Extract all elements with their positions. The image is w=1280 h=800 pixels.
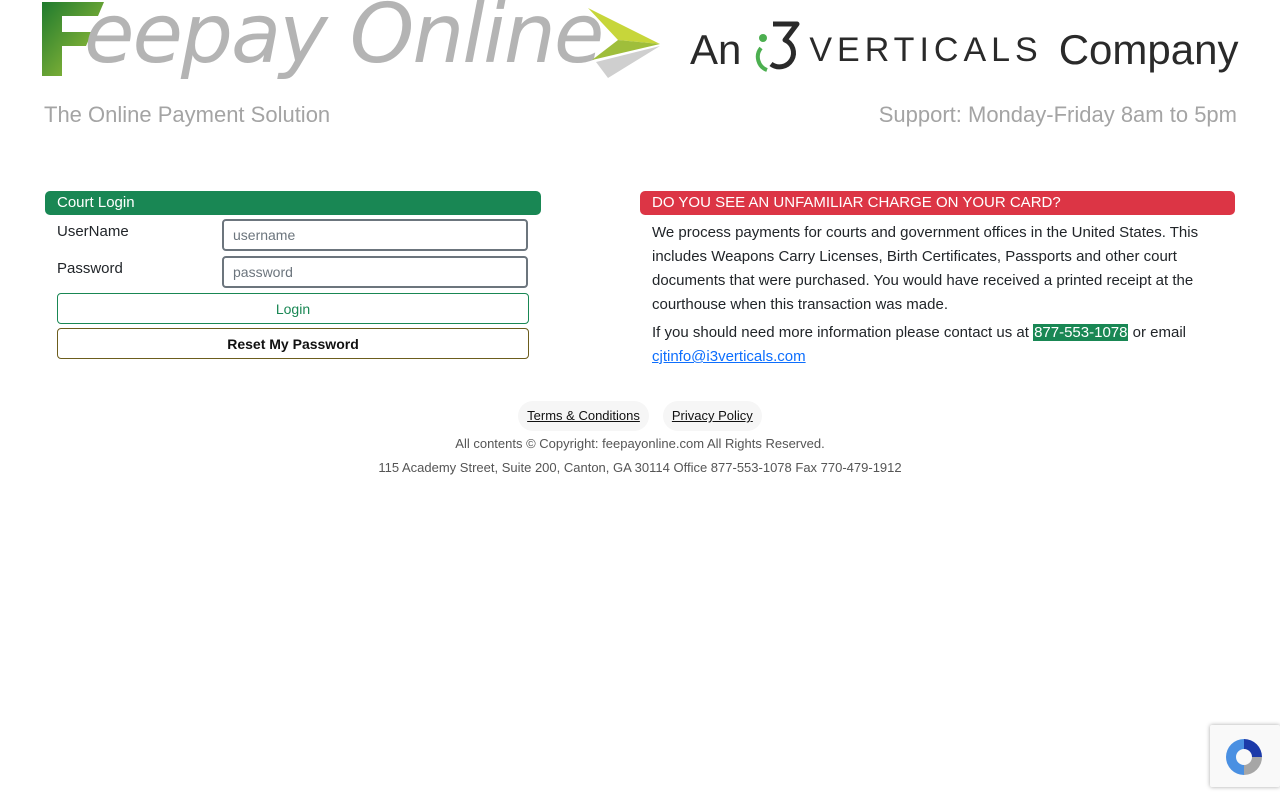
- phone-number: 877-553-1078: [1033, 324, 1129, 341]
- unfamiliar-charge-card: DO YOU SEE AN UNFAMILIAR CHARGE ON YOUR …: [640, 191, 1235, 373]
- username-input[interactable]: [222, 219, 528, 251]
- privacy-link[interactable]: Privacy Policy: [662, 401, 762, 431]
- i3verticals-logo: An VERTICALS Company: [690, 18, 1242, 82]
- contact-prefix: If you should need more information plea…: [652, 324, 1029, 341]
- password-row: Password: [45, 252, 541, 289]
- feepay-logo: eepay Online: [40, 0, 670, 100]
- password-input[interactable]: [222, 256, 528, 288]
- court-login-card: Court Login UserName Password Login Rese…: [45, 191, 541, 359]
- company-suffix: Company: [1058, 26, 1239, 73]
- logo-wordmark: eepay Online: [84, 0, 604, 82]
- company-prefix: An: [690, 26, 742, 73]
- recaptcha-badge[interactable]: [1210, 725, 1280, 787]
- unfamiliar-charge-title: DO YOU SEE AN UNFAMILIAR CHARGE ON YOUR …: [640, 191, 1235, 215]
- address: 115 Academy Street, Suite 200, Canton, G…: [378, 460, 902, 475]
- company-name: VERTICALS: [809, 30, 1043, 69]
- support-hours: Support: Monday-Friday 8am to 5pm: [878, 102, 1237, 127]
- login-button[interactable]: Login: [57, 293, 529, 324]
- feepay-arrow-logo-icon: [588, 8, 660, 78]
- unfamiliar-charge-body: We process payments for courts and gover…: [640, 215, 1235, 369]
- copyright: All contents © Copyright: feepayonline.c…: [455, 436, 825, 451]
- recaptcha-icon: [1226, 739, 1262, 775]
- court-login-title: Court Login: [45, 191, 541, 215]
- username-row: UserName: [45, 215, 541, 252]
- terms-link[interactable]: Terms & Conditions: [518, 401, 649, 431]
- password-label: Password: [57, 260, 123, 277]
- reset-password-button[interactable]: Reset My Password: [57, 328, 529, 359]
- username-label: UserName: [57, 223, 129, 240]
- i3-logo-icon: [756, 21, 800, 72]
- contact-line: If you should need more information plea…: [652, 321, 1223, 369]
- footer-links: Terms & Conditions Privacy Policy: [0, 401, 1280, 431]
- contact-mid: or email: [1132, 324, 1187, 341]
- tagline: The Online Payment Solution: [44, 102, 331, 127]
- charge-explanation: We process payments for courts and gover…: [652, 224, 1199, 313]
- email-link[interactable]: cjtinfo@i3verticals.com: [652, 348, 806, 365]
